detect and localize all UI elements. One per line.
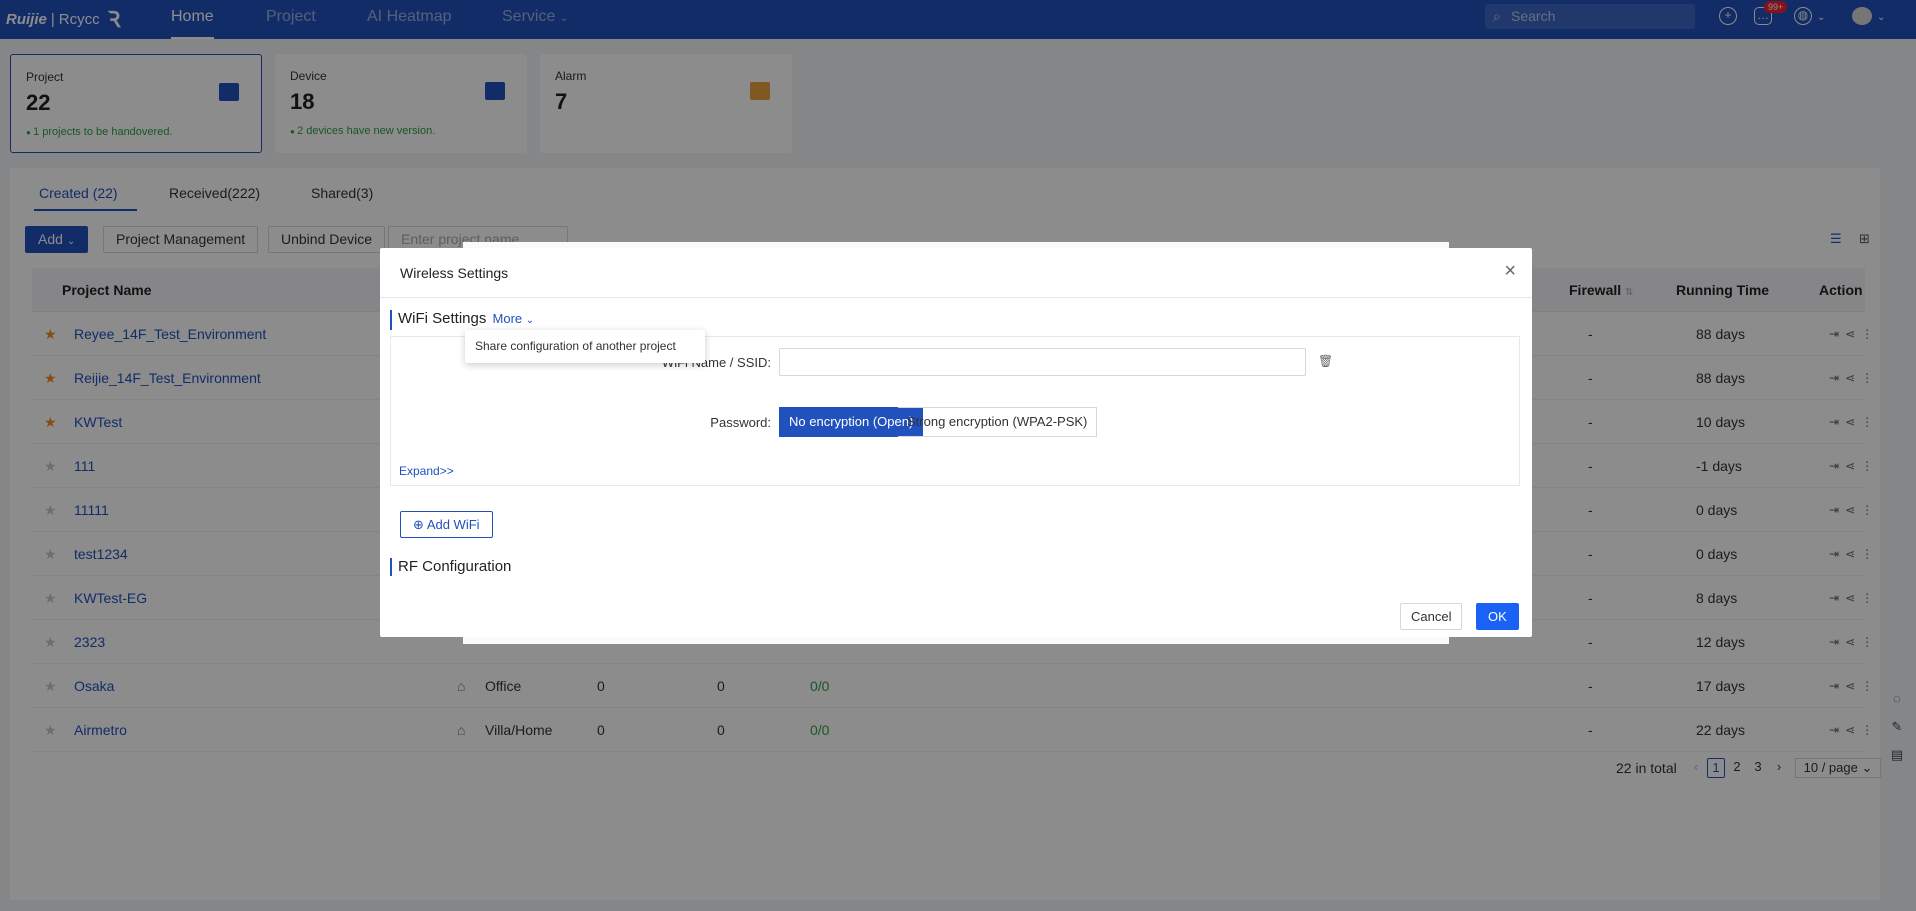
modal-title: Wireless Settings — [380, 248, 1532, 298]
chevron-down-icon: ⌄ — [525, 315, 535, 326]
delete-icon[interactable]: 🗑 — [1318, 354, 1333, 368]
more-label: More — [492, 311, 523, 326]
add-circle-icon: ⊕ — [413, 517, 424, 532]
wifi-settings-section: WiFi Settings More ⌄ — [390, 310, 534, 330]
cancel-button[interactable]: Cancel — [1400, 603, 1463, 630]
expand-link[interactable]: Expand>> — [399, 464, 454, 478]
rf-configuration-section[interactable]: RF Configuration — [390, 558, 511, 576]
section-title: RF Configuration — [398, 558, 512, 575]
more-tooltip[interactable]: Share configuration of another project — [465, 330, 705, 363]
add-wifi-button[interactable]: ⊕ Add WiFi — [400, 511, 493, 538]
more-dropdown[interactable]: More ⌄ — [493, 311, 535, 326]
add-wifi-label: Add WiFi — [426, 517, 480, 532]
ssid-input[interactable] — [779, 348, 1306, 376]
ok-button[interactable]: OK — [1476, 603, 1519, 630]
wireless-settings-modal: Wireless Settings × WiFi Settings More ⌄… — [380, 248, 1532, 637]
password-label: Password: — [710, 415, 771, 430]
close-icon[interactable]: × — [1504, 260, 1516, 283]
password-wpa2-option[interactable]: Strong encryption (WPA2-PSK) — [898, 407, 1098, 437]
section-title: WiFi Settings — [398, 310, 487, 327]
